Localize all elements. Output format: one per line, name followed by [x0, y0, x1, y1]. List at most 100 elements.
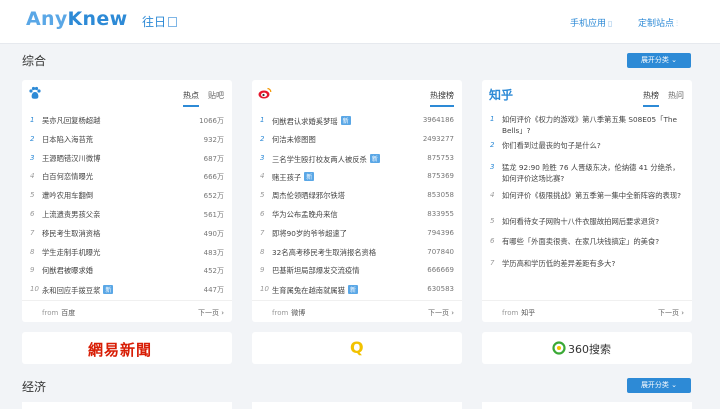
tab-hot[interactable]: 热点	[183, 90, 199, 107]
rank-number: 1	[30, 116, 35, 124]
list-item[interactable]: 3 三名学生殴打校友两人被反杀新 875753	[252, 150, 462, 169]
netease-news-logo: 網易新聞	[88, 341, 153, 359]
next-page-link[interactable]: 下一页 ›	[428, 308, 454, 318]
tab-hot-list[interactable]: 热榜	[643, 90, 659, 107]
baidu-paw-icon	[29, 86, 41, 99]
item-title-text: 赌王孩子	[272, 173, 302, 183]
list-item[interactable]: 2 何洁未修图图 2493277	[252, 131, 462, 150]
source-label: from 知乎	[502, 308, 535, 318]
list-item[interactable]: 4 赌王孩子新 875369	[252, 168, 462, 187]
hot-count: 853058	[427, 191, 454, 200]
list-item[interactable]: 7 移民考生取消资格 490万	[22, 225, 232, 244]
list-item[interactable]: 3 猛龙 92:90 险胜 76 人晋级东决，伦纳德 41 分绝杀，如何评价这场比…	[482, 162, 692, 190]
item-title: 何洁未修图图	[272, 135, 316, 145]
mobile-app-link[interactable]: 手机应用 ▯	[570, 16, 612, 29]
next-page-link[interactable]: 下一页 ›	[658, 308, 684, 318]
tab-hot-search[interactable]: 热搜榜	[430, 90, 454, 107]
list-item[interactable]: 7 即将90岁的爷爷超速了 794396	[252, 225, 462, 244]
list-item[interactable]: 5 遭吟农用车翻倒 652万	[22, 187, 232, 206]
item-title: 你们看到过最丧的句子是什么?	[502, 141, 601, 150]
hot-count: 3964186	[422, 116, 454, 124]
rank-number: 10	[260, 285, 269, 294]
hot-count: 483万	[203, 248, 224, 257]
new-badge: 新	[369, 153, 380, 163]
hot-count: 561万	[203, 210, 224, 219]
list-item[interactable]: 6 华为公布孟晚舟来信 833955	[252, 206, 462, 225]
weibo-tabs: 热搜榜	[421, 90, 454, 107]
expand-category-button[interactable]: 展开分类 ⌄	[627, 378, 691, 393]
hot-count: 875369	[427, 172, 454, 181]
list-item[interactable]: 5 周杰伦领晒绿邪尔铁塔 853058	[252, 187, 462, 206]
item-title: 移民考生取消资格	[42, 229, 100, 239]
list-item[interactable]: 1 如何评价《权力的游戏》第八季第五集 S08E05「The Bells」?	[482, 114, 692, 140]
list-item[interactable]: 9 何猷君被曝求婚 452万	[22, 262, 232, 281]
customize-sites-link[interactable]: 定制站点 ⫶	[638, 16, 678, 29]
list-item[interactable]: 10 永和回应手拨豆浆新 447万	[22, 281, 232, 300]
hot-count: 1066万	[199, 117, 224, 125]
rank-number: 2	[260, 134, 265, 143]
next-page-label: 下一页	[197, 309, 219, 317]
list-item[interactable]: 2 日本陷入海苔荒 932万	[22, 131, 232, 150]
past-days-label: 往日	[142, 15, 167, 29]
past-days-link[interactable]: 往日	[142, 13, 178, 30]
top-header: AnyKnew 往日 手机应用 ▯ 定制站点 ⫶	[0, 0, 720, 44]
item-title: 学生走制手机曝光	[42, 248, 100, 258]
list-item[interactable]: 5 如何看待女子网购十八件衣服故拍网后要求退货?	[482, 216, 692, 236]
hot-count: 666669	[427, 266, 454, 275]
hot-count: 447万	[203, 286, 224, 295]
item-title-text: 生育属兔在越南就属猫	[272, 286, 345, 296]
site-logo[interactable]: AnyKnew	[26, 8, 127, 30]
qq-link[interactable]: Q	[252, 332, 462, 364]
source-name: 知乎	[521, 309, 536, 317]
list-item[interactable]: 4 如何评价《极限挑战》第五季第一集中全新阵容的表现?	[482, 190, 692, 216]
item-title: 遭吟农用车翻倒	[42, 191, 93, 201]
list-item[interactable]: 6 有哪些「外面卖很贵、在家几块钱搞定」的美食?	[482, 236, 692, 258]
list-item[interactable]: 1 何猷君认求婚奚梦瑶新 3964186	[252, 112, 462, 131]
item-title: 华为公布孟晚舟来信	[272, 210, 338, 220]
zhihu-card: 知乎 热榜 热问 1 如何评价《权力的游戏》第八季第五集 S08E05「The Be…	[482, 80, 692, 322]
rank-number: 5	[30, 191, 35, 200]
360-search-logo: 360搜索	[568, 343, 611, 356]
item-title-text: 白百何恋情曝光	[42, 172, 94, 182]
rank-number: 1	[260, 116, 265, 124]
next-page-link[interactable]: 下一页 ›	[198, 308, 224, 318]
item-title-text: 王源晒错汉川微博	[42, 153, 101, 163]
hot-count: 666万	[203, 173, 224, 182]
source-name: 百度	[61, 309, 76, 317]
new-badge: 新	[347, 285, 358, 295]
expand-category-label: 展开分类	[640, 56, 669, 64]
list-item[interactable]: 10 生育属兔在越南就属猫新 630583	[252, 281, 462, 300]
item-title: 即将90岁的爷爷超速了	[272, 229, 347, 239]
logo-part-any: Any	[26, 8, 68, 30]
hot-count: 875753	[427, 153, 454, 162]
list-item[interactable]: 8 学生走制手机曝光 483万	[22, 244, 232, 263]
zhihu-list: 1 如何评价《权力的游戏》第八季第五集 S08E05「The Bells」? 2 你们…	[482, 114, 692, 278]
netease-news-link[interactable]: 網易新聞	[22, 332, 232, 364]
list-item[interactable]: 7 学历高和学历低的差异差距有多大?	[482, 258, 692, 278]
360-search-link[interactable]: 360搜索	[482, 332, 692, 364]
list-item[interactable]: 4 白百何恋情曝光 666万	[22, 168, 232, 187]
list-item[interactable]: 3 王源晒错汉川微博 687万	[22, 150, 232, 169]
sliders-icon: ⫶	[676, 19, 679, 28]
tab-hot-questions[interactable]: 热问	[668, 90, 684, 105]
item-title: 吴亦凡回复杨超越	[42, 116, 100, 126]
economy-card-3	[482, 402, 692, 409]
list-item[interactable]: 1 吴亦凡回复杨超越 1066万	[22, 112, 232, 131]
weibo-card: 热搜榜 1 何猷君认求婚奚梦瑶新 3964186 2 何洁未修图图 2493277 3 三名学…	[252, 80, 462, 322]
expand-category-button[interactable]: 展开分类 ⌄	[627, 53, 691, 68]
baidu-tabs: 热点 贴吧	[174, 90, 224, 107]
weibo-card-footer: from 微博 下一页 ›	[252, 300, 462, 322]
list-item[interactable]: 8 32名高考移民考生取消报名资格 707840	[252, 244, 462, 263]
360-search-icon	[552, 341, 566, 355]
weibo-icon	[258, 87, 272, 99]
item-title: 猛龙 92:90 险胜 76 人晋级东决，伦纳德 41 分绝杀，如何评价这场比赛…	[502, 163, 680, 183]
source-name: 微博	[291, 309, 306, 317]
tab-tieba[interactable]: 贴吧	[208, 90, 224, 105]
list-item[interactable]: 6 上流遗责男孩父亲 561万	[22, 206, 232, 225]
list-item[interactable]: 9 巴基斯坦局部爆发交流疫情 666669	[252, 262, 462, 281]
list-item[interactable]: 2 你们看到过最丧的句子是什么?	[482, 140, 692, 162]
baidu-card: 热点 贴吧 1 吴亦凡回复杨超越 1066万 2 日本陷入海苔荒 932万 3 王源晒错汉川微博…	[22, 80, 232, 322]
rank-number: 2	[30, 134, 35, 143]
phone-icon: ▯	[608, 19, 613, 28]
chevron-right-icon: ›	[451, 309, 454, 317]
